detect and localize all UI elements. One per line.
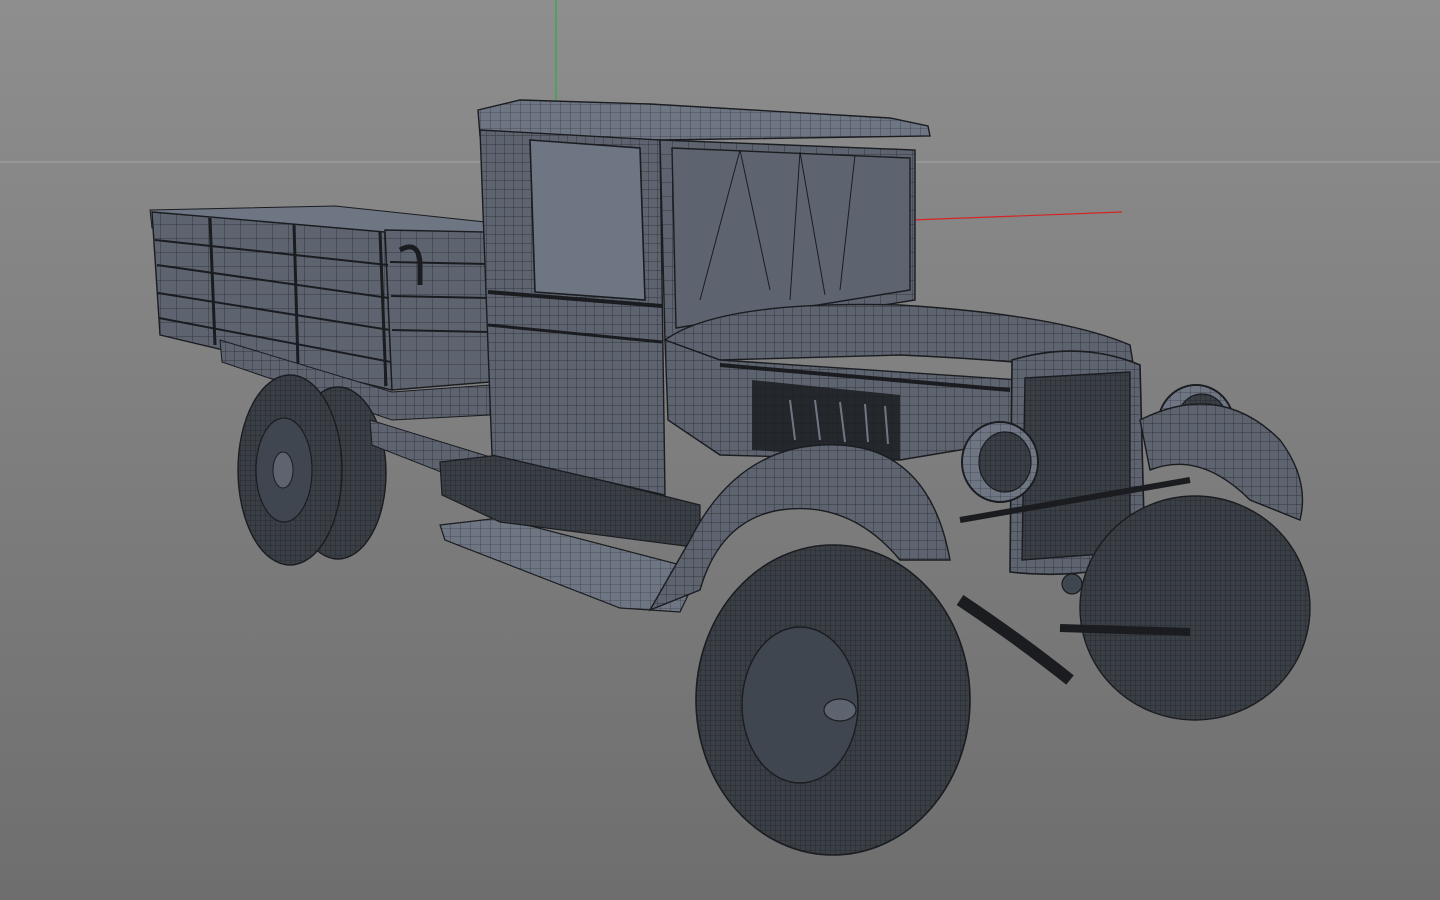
front-axle: [1059, 624, 1191, 636]
front-left-wheel-cap: [823, 698, 857, 722]
3d-viewport[interactable]: [0, 0, 1440, 900]
grille-emblem: [1061, 573, 1083, 595]
front-right-wheel: [1079, 495, 1311, 721]
cargo-bed-front: [384, 229, 491, 391]
rear-wheel-assembly[interactable]: [237, 374, 387, 566]
cab-door-window: [529, 139, 646, 301]
viewport-canvas[interactable]: [0, 0, 1440, 900]
headlight-left-lens: [978, 431, 1032, 493]
rear-wheel-cap: [272, 451, 294, 489]
